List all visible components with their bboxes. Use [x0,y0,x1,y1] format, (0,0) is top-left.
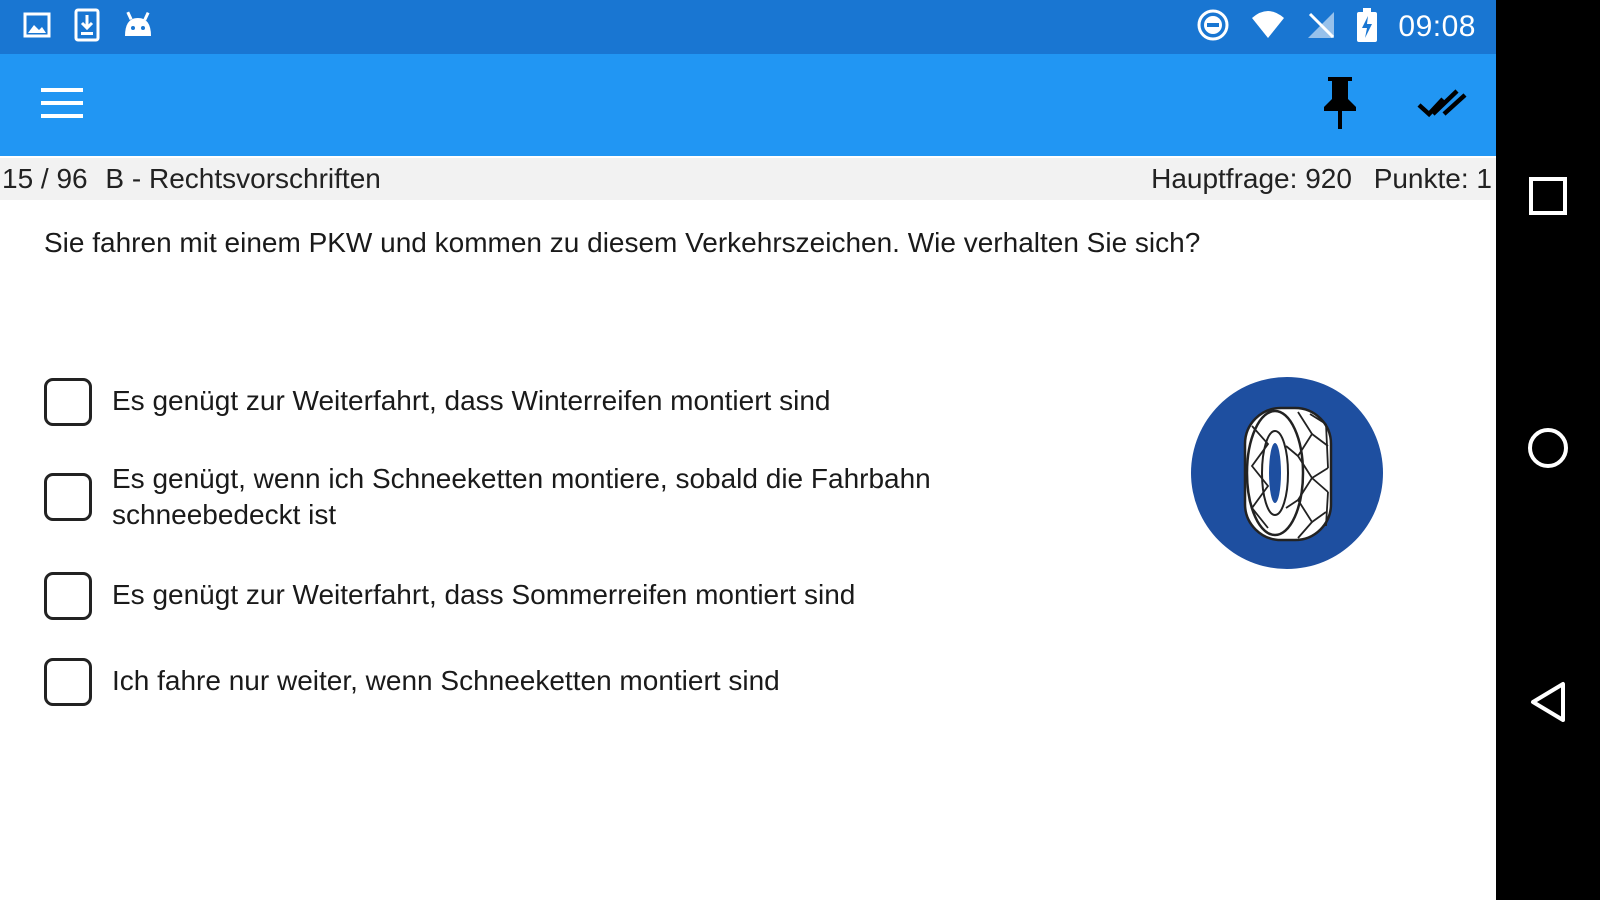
question-category: B - Rechtsvorschriften [105,163,381,194]
hamburger-menu-icon [41,86,83,125]
back-icon [1527,680,1569,729]
image-icon [22,10,52,45]
snow-chains-mandatory-sign-icon [1191,377,1383,569]
done-all-icon [1417,87,1467,124]
android-icon [122,10,154,45]
answer-option-2[interactable]: Es genügt, wenn ich Schneeketten montier… [44,463,1012,533]
answer-checkbox[interactable] [44,378,92,426]
answer-checkbox[interactable] [44,572,92,620]
question-text: Sie fahren mit einem PKW und kommen zu d… [44,227,1201,258]
question-points: Punkte: 1 [1373,163,1492,194]
answer-text: Es genügt zur Weiterfahrt, dass Winterre… [112,385,831,416]
home-button[interactable] [1518,420,1578,480]
clock: 09:08 [1398,10,1476,43]
check-answers-button[interactable] [1402,54,1482,156]
answer-option-1[interactable]: Es genügt zur Weiterfahrt, dass Winterre… [44,378,1012,426]
notification-icons [22,0,154,54]
pushpin-icon [1320,75,1360,136]
system-navigation-bar [1496,0,1600,900]
menu-button[interactable] [22,54,102,156]
do-not-disturb-icon [1196,8,1230,47]
recents-icon [1528,176,1568,221]
answer-checkbox[interactable] [44,473,92,521]
system-status-icons: 09:08 [1196,0,1476,54]
question-progress: 15 / 96 [2,163,88,194]
back-button[interactable] [1518,674,1578,734]
battery-charging-icon [1356,7,1378,47]
answer-option-3[interactable]: Es genügt zur Weiterfahrt, dass Sommerre… [44,572,1012,620]
home-icon [1526,426,1570,475]
no-sim-icon [1306,10,1336,45]
download-icon [72,8,102,47]
main-question-number: Hauptfrage: 920 [1151,163,1352,194]
answer-option-4[interactable]: Ich fahre nur weiter, wenn Schneeketten … [44,658,1012,706]
recents-button[interactable] [1518,168,1578,228]
app-screen: 09:08 15 / 96 B - Rechtsvorschriften Hau… [0,0,1496,900]
pin-question-button[interactable] [1300,54,1380,156]
question-info-bar: 15 / 96 B - Rechtsvorschriften Hauptfrag… [0,158,1496,200]
wifi-icon [1250,10,1286,45]
app-toolbar [0,54,1496,156]
answer-text: Ich fahre nur weiter, wenn Schneeketten … [112,665,780,696]
answer-text: Es genügt zur Weiterfahrt, dass Sommerre… [112,579,856,610]
answer-text: Es genügt, wenn ich Schneeketten montier… [112,463,931,530]
traffic-sign-image [1190,376,1384,570]
answer-checkbox[interactable] [44,658,92,706]
status-bar: 09:08 [0,0,1496,54]
